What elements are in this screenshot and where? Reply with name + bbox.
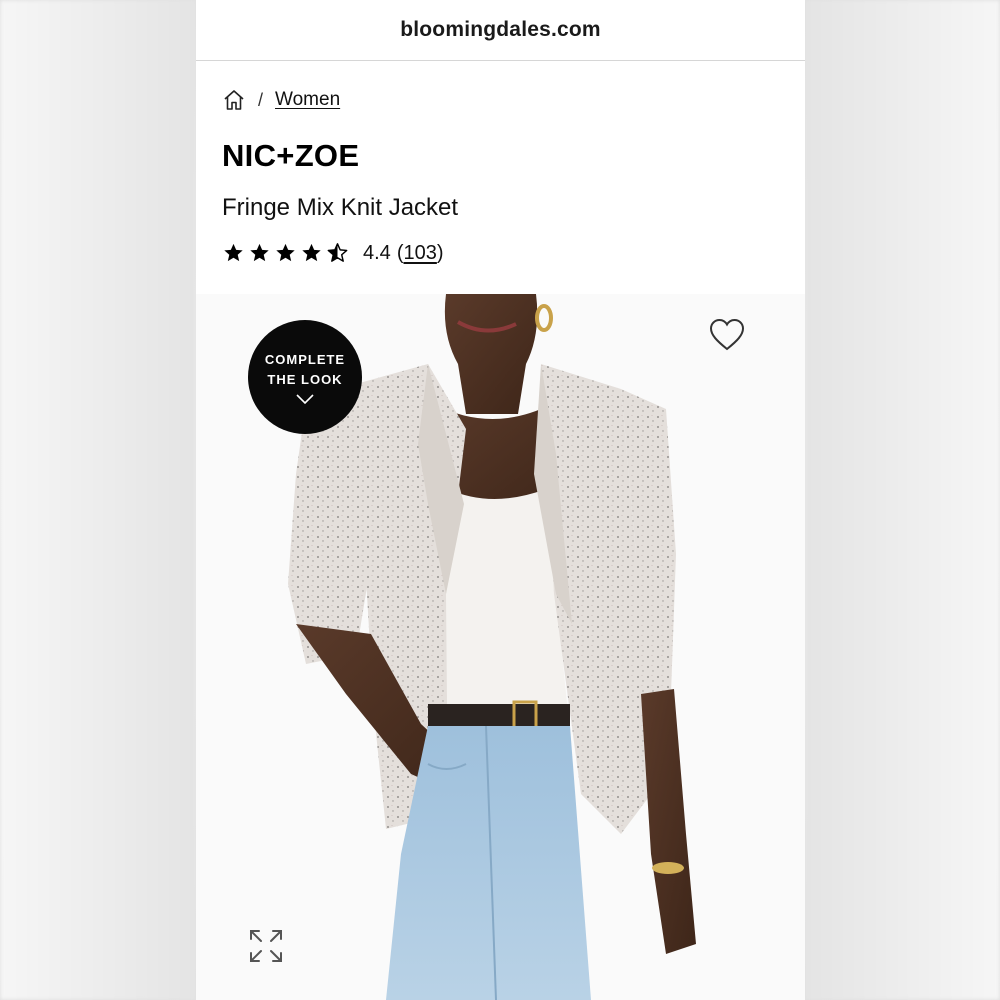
browser-url-bar[interactable]: bloomingdales.com [196,0,805,61]
chevron-down-icon [296,394,314,404]
review-count-close: ) [436,241,444,264]
home-icon[interactable] [222,88,246,112]
star-full-icon [302,243,321,262]
breadcrumb: / Women [222,86,340,114]
url-text: bloomingdales.com [400,18,601,41]
rating-summary[interactable]: 4.4 (103) [222,238,444,268]
complete-the-look-line1: COMPLETE [264,352,346,367]
star-full-icon [250,243,269,262]
review-count-number[interactable]: 103 [403,242,436,264]
review-count[interactable]: (103) [397,242,444,265]
star-full-icon [224,243,243,262]
expand-icon[interactable] [248,928,284,964]
star-full-icon [276,243,295,262]
product-title: Fringe Mix Knit Jacket [222,194,459,221]
background-right [805,0,1000,1000]
product-image[interactable]: COMPLETE THE LOOK [196,294,805,1000]
brand-name[interactable]: NIC+ZOE [222,138,359,174]
star-rating [222,242,349,264]
star-half-icon [327,243,348,262]
product-page: bloomingdales.com / Women NIC+ZOE Fringe… [196,0,805,1000]
complete-the-look-button[interactable]: COMPLETE THE LOOK [248,320,362,434]
breadcrumb-separator: / [258,89,264,110]
heart-icon[interactable] [709,318,745,352]
complete-the-look-line2: THE LOOK [267,372,343,387]
breadcrumb-link-women[interactable]: Women [275,89,340,111]
background-left [0,0,196,1000]
rating-value: 4.4 [363,241,391,264]
